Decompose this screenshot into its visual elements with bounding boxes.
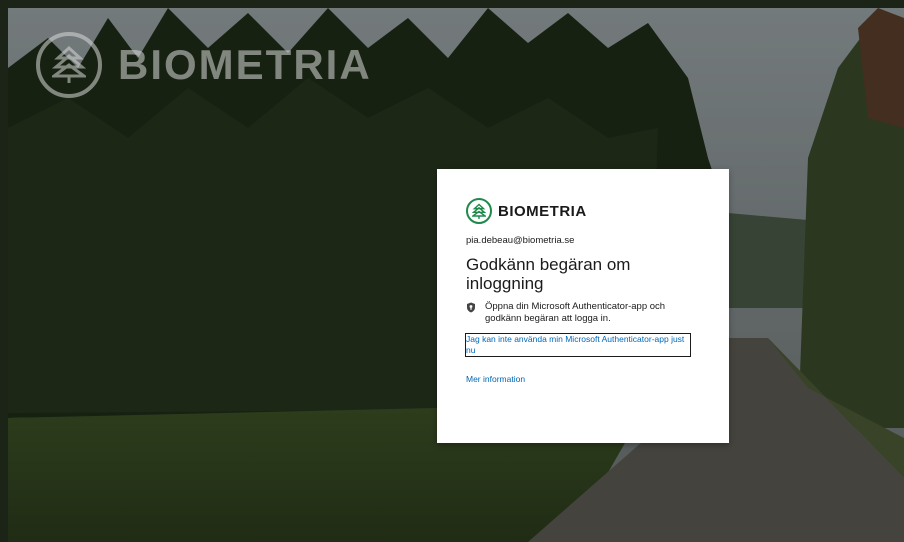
more-information-link[interactable]: Mer information — [466, 374, 700, 384]
background-brand: BIOMETRIA — [36, 32, 372, 98]
brand-name: BIOMETRIA — [498, 202, 587, 220]
brand-logo: BIOMETRIA — [466, 197, 700, 225]
sign-in-card: BIOMETRIA pia.debeau@biometria.se Godkän… — [437, 169, 729, 443]
authenticator-icon — [466, 301, 476, 325]
instruction-text: Öppna din Microsoft Authenticator-app oc… — [485, 301, 666, 324]
account-email: pia.debeau@biometria.se — [466, 235, 575, 246]
tree-logo-icon — [466, 198, 492, 224]
instruction: Öppna din Microsoft Authenticator-app oc… — [466, 301, 700, 325]
tree-logo-icon — [36, 32, 102, 98]
background-brand-name: BIOMETRIA — [118, 41, 372, 88]
page-title: Godkänn begäran om inloggning — [466, 255, 631, 293]
cannot-use-authenticator-link[interactable]: Jag kan inte använda min Microsoft Authe… — [465, 333, 691, 357]
